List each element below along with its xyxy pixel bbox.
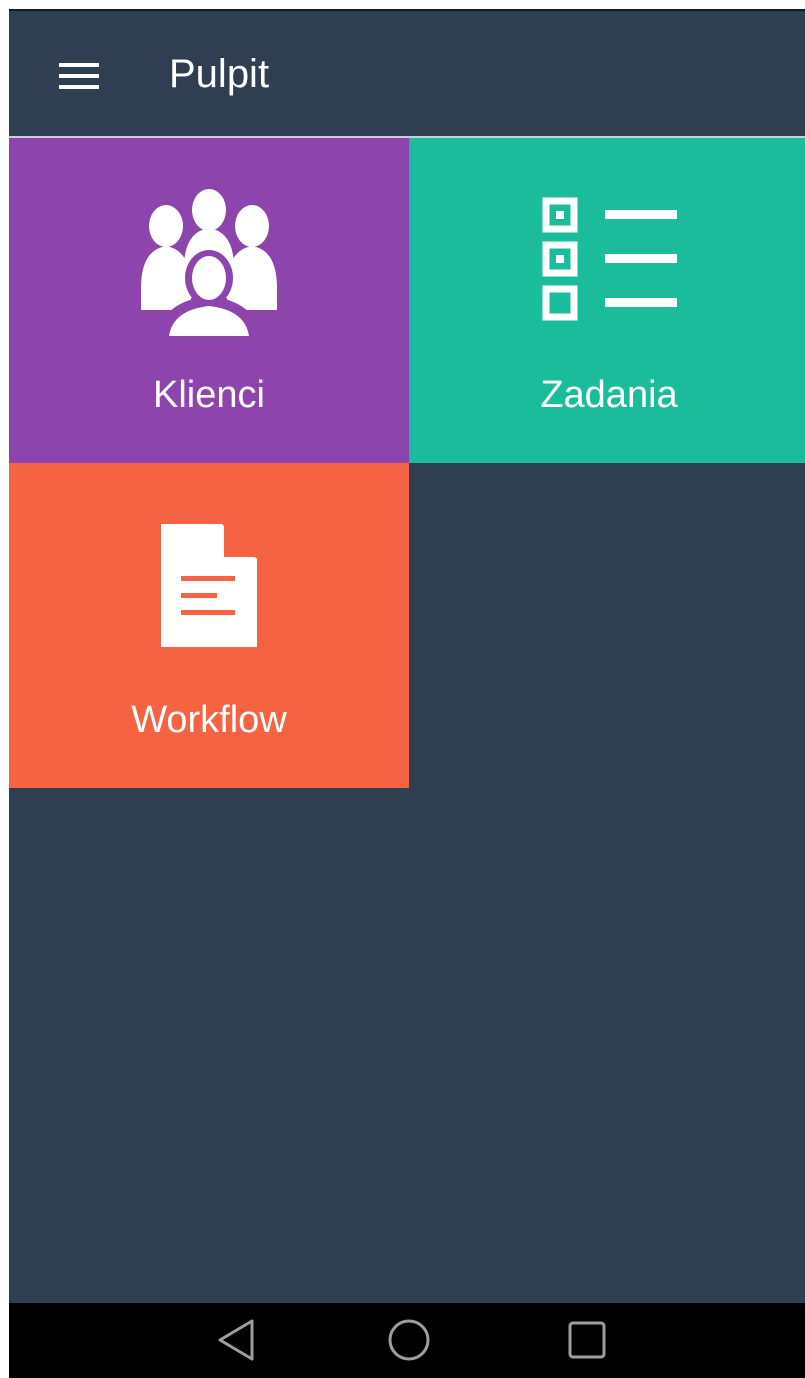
menu-button[interactable] (49, 51, 109, 101)
tile-label-zadania: Zadania (540, 374, 678, 416)
hamburger-menu-icon (59, 63, 99, 89)
home-button[interactable] (379, 1315, 439, 1365)
checklist-icon (542, 197, 677, 321)
back-button[interactable] (206, 1315, 266, 1365)
recents-button[interactable] (557, 1315, 617, 1365)
window-top-edge (0, 0, 805, 11)
tile-workflow[interactable]: Workflow (9, 463, 409, 788)
tile-label-workflow: Workflow (131, 699, 287, 741)
recents-icon (568, 1321, 606, 1359)
document-icon (161, 524, 257, 647)
people-group-icon (141, 189, 277, 336)
tile-label-klienci: Klienci (153, 374, 265, 416)
back-icon (218, 1319, 254, 1361)
system-nav-bar (9, 1303, 805, 1378)
home-icon (388, 1319, 430, 1361)
tile-zadania[interactable]: Zadania (409, 138, 805, 463)
app-bar: Pulpit (9, 11, 805, 138)
app-screen: Pulpit Klienci Zadania Workflow (9, 11, 805, 1378)
page-title: Pulpit (169, 52, 270, 96)
tile-klienci[interactable]: Klienci (9, 138, 409, 463)
